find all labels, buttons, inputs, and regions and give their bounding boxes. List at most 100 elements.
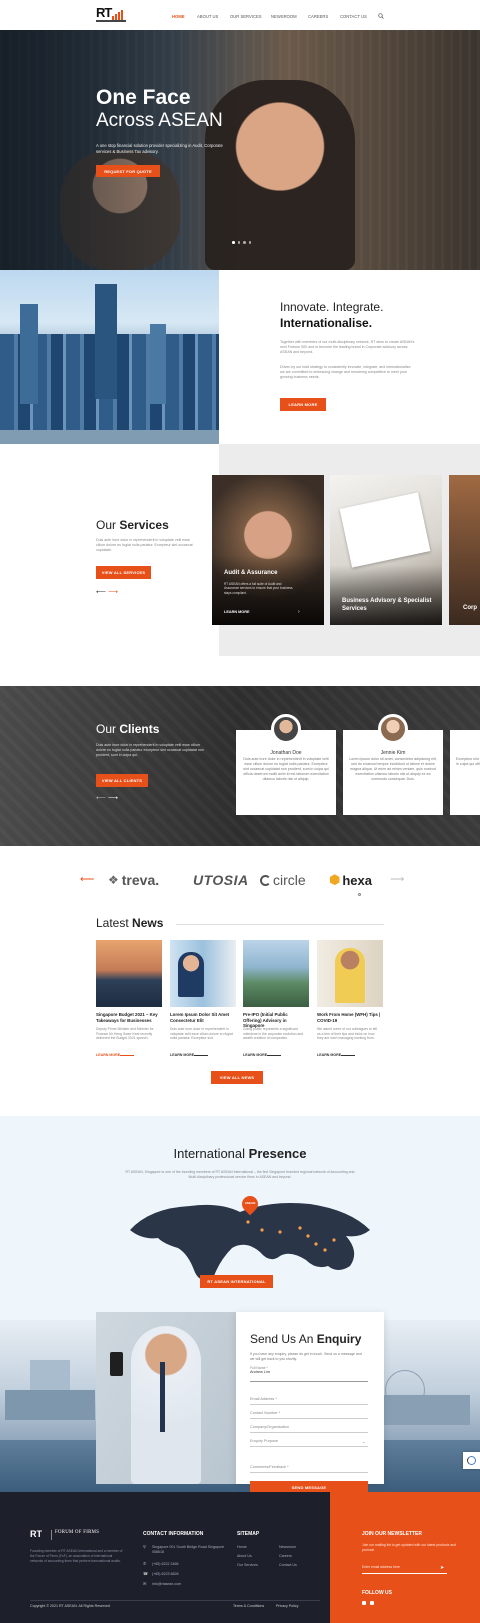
rt-asean-international-button[interactable]: RT ASEAN INTERNATIONAL (200, 1275, 273, 1288)
company-field[interactable]: Company/Organisation (250, 1421, 368, 1433)
newsletter-panel (330, 1492, 480, 1623)
nav-careers[interactable]: CAREERS (308, 14, 328, 19)
clients-title: Our Clients (96, 722, 160, 736)
rt-logo[interactable]: RT (96, 5, 112, 20)
news-item-text: We asked some of our colleagues to tell … (317, 1027, 378, 1041)
treva-mark-icon: ❖ (108, 873, 119, 887)
chevron-right-icon: › (298, 609, 300, 615)
newsletter-text: Join our mailing list to get updated wit… (362, 1543, 456, 1552)
newsletter-email-input[interactable]: Enter email address here (362, 1565, 447, 1574)
newsletter-title: JOIN OUR NEWSLETTER (362, 1531, 423, 1537)
service-card-title: Corp (463, 605, 477, 611)
nav-home[interactable]: HOME (172, 14, 185, 19)
logos-next-arrow-icon[interactable]: ⟶ (390, 874, 404, 885)
comments-field[interactable]: Comments/Feedback * (250, 1461, 368, 1473)
services-next-arrow-icon[interactable]: ⟶ (108, 588, 118, 596)
client-name: Jennie Kim (380, 750, 406, 756)
sitemap-services[interactable]: Our Services (237, 1563, 258, 1567)
about-title-line2: Internationalise. (280, 316, 373, 330)
news-learn-more-link[interactable]: LEARN MORE (243, 1053, 267, 1057)
request-quote-button[interactable]: REQUEST FOR QUOTE (96, 165, 160, 177)
footer-divider (30, 1600, 320, 1601)
view-all-news-button[interactable]: VIEW ALL NEWS (211, 1071, 263, 1084)
news-item-title[interactable]: Work From Home (WFH) Tips | COVID-19 (317, 1012, 381, 1023)
sitemap-careers[interactable]: Careers (279, 1554, 292, 1558)
sitemap-home[interactable]: Home (237, 1545, 247, 1549)
sitemap-contact[interactable]: Contact Us (279, 1563, 297, 1567)
news-item-text: Duis aute irure dolor in reprehenderit i… (170, 1027, 233, 1041)
view-all-services-button[interactable]: VIEW ALL SERVICES (96, 566, 151, 579)
service-card-title: Audit & Assurance (224, 570, 278, 576)
clients-next-arrow-icon[interactable]: ⟶ (108, 794, 118, 802)
logos-prev-arrow-icon[interactable]: ⟵ (80, 874, 94, 885)
recaptcha-badge-icon[interactable] (463, 1452, 480, 1469)
news-image-gardens[interactable] (243, 940, 309, 1007)
about-title-line1: Innovate. Integrate. (280, 300, 384, 314)
footer-email[interactable]: info@rtasean.com (152, 1582, 181, 1586)
service-card-learn-more[interactable]: LEARN MORE (224, 610, 250, 614)
logos-dot[interactable] (358, 893, 361, 896)
learn-more-line (120, 1055, 134, 1056)
logo-utosia: UTOSIA (193, 872, 249, 888)
about-paragraph-2: Driven by our bold strategy to consisten… (280, 365, 412, 379)
email-icon: ✉ (143, 1581, 147, 1586)
nav-newsroom[interactable]: NEWSROOM (271, 14, 297, 19)
service-card-corporate[interactable]: Corp (449, 475, 480, 625)
about-city-image (0, 270, 219, 444)
learn-more-line (194, 1055, 208, 1056)
service-card-audit[interactable]: Audit & Assurance RT ASEAN offers a full… (212, 475, 324, 625)
email-field[interactable]: Email Address * (250, 1393, 368, 1405)
news-item-title[interactable]: Singapore Budget 2021 – Key Takeaways fo… (96, 1012, 160, 1023)
news-image-wfh[interactable] (317, 940, 383, 1007)
clients-text: Duis aute irure dolor in reprehenderit i… (96, 743, 204, 757)
hero-text: A one stop financial solution provider s… (96, 143, 223, 154)
nav-services[interactable]: OUR SERVICES (230, 14, 262, 19)
location-icon: ⚲ (143, 1544, 146, 1549)
service-card-advisory[interactable]: Business Advisory & Specialist Services (330, 475, 442, 625)
nav-contact[interactable]: CONTACT US (340, 14, 367, 19)
view-all-clients-button[interactable]: VIEW ALL CLIENTS (96, 774, 148, 787)
news-item-title[interactable]: Lorem Ipsum Dolor Sit Amet Consectetur E… (170, 1012, 234, 1023)
facebook-icon[interactable] (362, 1601, 366, 1605)
copyright: Copyright © 2021 RT ASEAN. All Rights Re… (30, 1604, 111, 1608)
footer-phone[interactable]: (+65) 6222 2466 (152, 1562, 178, 1566)
phone-icon: ✆ (143, 1561, 147, 1566)
about-paragraph-1: Together with members of our multi-disci… (280, 340, 415, 354)
footer-logo-divider (51, 1530, 52, 1540)
news-item-text: Going public represents a significant mi… (243, 1027, 304, 1041)
enquiry-title: Send Us An Enquiry (250, 1332, 362, 1346)
avatar (378, 714, 408, 744)
search-icon[interactable] (378, 13, 384, 19)
nav-about[interactable]: ABOUT US (197, 14, 218, 19)
footer-fax[interactable]: (+65) 6223 6828 (152, 1572, 178, 1576)
enquiry-purpose-select[interactable]: Enquiry Purpose (250, 1435, 368, 1447)
client-name: Jonathan Doe (270, 750, 302, 756)
full-name-field[interactable]: Andrew Lim (250, 1370, 368, 1382)
follow-us-title: FOLLOW US (362, 1590, 392, 1596)
news-learn-more-link[interactable]: LEARN MORE (96, 1053, 120, 1057)
enquiry-text: If you have any enquiry, please do get i… (250, 1352, 362, 1361)
map-pin-label: ASEAN (244, 1201, 256, 1205)
services-text: Duis aute irure dolor in reprehenderit i… (96, 538, 193, 552)
news-image-singapore[interactable] (96, 940, 162, 1007)
news-learn-more-link[interactable]: LEARN MORE (317, 1053, 341, 1057)
news-learn-more-link[interactable]: LEARN MORE (170, 1053, 194, 1057)
client-card-jonathan: Jonathan Doe Duis aute irure dolor in re… (236, 714, 336, 815)
logo-circle: circle (260, 872, 306, 888)
terms-link[interactable]: Terms & Conditions (233, 1604, 264, 1608)
clients-prev-arrow-icon[interactable]: ⟵ (96, 794, 106, 802)
about-learn-more-button[interactable]: LEARN MORE (280, 398, 326, 411)
services-prev-arrow-icon[interactable]: ⟵ (96, 588, 106, 596)
sitemap-newsroom[interactable]: Newsroom (279, 1545, 296, 1549)
contact-number-field[interactable]: Contact Number * (250, 1407, 368, 1419)
linkedin-icon[interactable] (370, 1601, 374, 1605)
logo-bars-icon (112, 10, 123, 20)
news-item-text: Deputy Prime Minister and Minister for F… (96, 1027, 154, 1041)
news-image-office[interactable] (170, 940, 236, 1007)
send-icon[interactable]: ➤ (440, 1565, 444, 1571)
sitemap-about[interactable]: About Us (237, 1554, 252, 1558)
privacy-link[interactable]: Privacy Policy (276, 1604, 298, 1608)
hero-slider-dots[interactable] (232, 241, 251, 244)
footer-rt-logo[interactable]: RT (30, 1529, 42, 1539)
hero-banner: One Face Across ASEAN A one stop financi… (0, 30, 480, 270)
